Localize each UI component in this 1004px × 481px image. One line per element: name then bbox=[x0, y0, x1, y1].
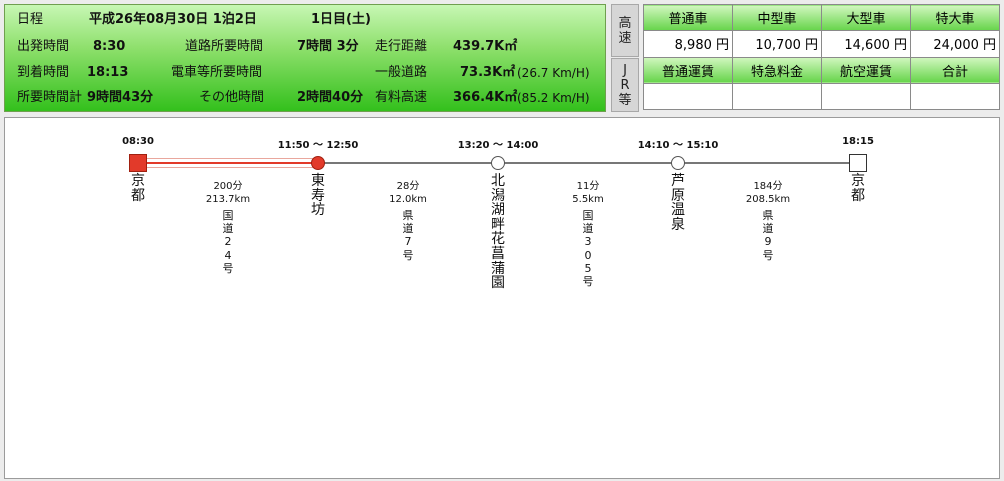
expressway-distance: 366.4K㎡ bbox=[453, 90, 518, 105]
stop-marker-circle[interactable] bbox=[671, 156, 685, 170]
distance-label: 走行距離 bbox=[375, 39, 428, 54]
total-time: 9時間43分 bbox=[87, 90, 154, 105]
depart-time: 8:30 bbox=[93, 39, 126, 54]
segment-distance: 208.5km bbox=[745, 194, 791, 205]
fare-value-air bbox=[821, 82, 911, 111]
general-road-label: 一般道路 bbox=[375, 65, 428, 80]
segment-road-name: 県道7号 bbox=[402, 209, 414, 262]
arrive-label: 到着時間 bbox=[17, 65, 70, 80]
expressway-speed: (85.2 Km/H) bbox=[517, 91, 590, 105]
fare-header-regular: 普通運賃 bbox=[643, 56, 733, 84]
schedule-day: 1日目(土) bbox=[311, 12, 371, 27]
segment-road-name: 国道24号 bbox=[222, 209, 234, 275]
fee-value-extra-large-car: 24,000 円 bbox=[910, 30, 1000, 58]
fee-value-medium-car: 10,700 円 bbox=[732, 30, 822, 58]
stop-marker-circle[interactable] bbox=[491, 156, 505, 170]
segment-duration: 184分 bbox=[753, 181, 783, 192]
fare-value-regular bbox=[643, 82, 733, 111]
stop-time: 11:50 〜 12:50 bbox=[277, 140, 359, 151]
segment-road-name: 国道305号 bbox=[582, 209, 594, 289]
segment-info: 184分 208.5km bbox=[746, 180, 790, 206]
stop-time: 14:10 〜 15:10 bbox=[637, 140, 719, 151]
route-timeline-panel: 08:30 京都 11:50 〜 12:50 東寿坊 13:20 〜 14:00 北潟湖畔… bbox=[4, 117, 1000, 479]
fare-value-row bbox=[643, 82, 1000, 111]
fare-value-total bbox=[910, 82, 1000, 111]
segment-duration: 11分 bbox=[576, 181, 600, 192]
stop-marker-circle[interactable] bbox=[311, 156, 325, 170]
stop-name[interactable]: 芦原温泉 bbox=[670, 174, 686, 232]
segment-distance: 213.7km bbox=[205, 194, 251, 205]
segment-road-name: 県道9号 bbox=[762, 209, 774, 262]
total-time-label: 所要時間計 bbox=[17, 90, 83, 105]
road-time-label: 道路所要時間 bbox=[185, 39, 264, 54]
tab-char: J bbox=[623, 62, 627, 78]
road-time: 7時間 3分 bbox=[297, 39, 359, 54]
tab-char: R bbox=[620, 77, 630, 93]
fee-value-row: 8,980 円 10,700 円 14,600 円 24,000 円 bbox=[643, 30, 1000, 58]
fee-header-regular-car: 普通車 bbox=[643, 3, 733, 32]
stop-marker-square[interactable] bbox=[849, 154, 867, 172]
train-time-label: 電車等所要時間 bbox=[171, 65, 263, 80]
segment-duration: 28分 bbox=[396, 181, 420, 192]
arrive-time: 18:13 bbox=[87, 65, 129, 80]
tab-char: 等 bbox=[618, 92, 632, 108]
expressway-label: 有料高速 bbox=[375, 90, 428, 105]
segment-info: 11分 5.5km bbox=[572, 180, 603, 206]
other-time-label: その他時間 bbox=[199, 90, 265, 105]
stop-name[interactable]: 東寿坊 bbox=[310, 174, 326, 218]
fee-header-large-car: 大型車 bbox=[821, 3, 911, 32]
fare-value-express bbox=[732, 82, 822, 111]
stop-time: 18:15 bbox=[842, 136, 874, 147]
depart-label: 出発時間 bbox=[17, 39, 70, 54]
stop-name[interactable]: 京都 bbox=[130, 174, 146, 203]
fee-table: 普通車 中型車 大型車 特大車 8,980 円 10,700 円 14,600 … bbox=[643, 3, 1000, 111]
fee-value-regular-car: 8,980 円 bbox=[643, 30, 733, 58]
stop-name[interactable]: 京都 bbox=[850, 174, 866, 203]
fare-header-row: 普通運賃 特急料金 航空運賃 合計 bbox=[643, 56, 1000, 84]
segment-info: 28分 12.0km bbox=[389, 180, 427, 206]
fee-header-medium-car: 中型車 bbox=[732, 3, 822, 32]
trip-summary-panel: 日程 平成26年08月30日 1泊2日 1日目(土) 出発時間 8:30 道路所… bbox=[4, 4, 606, 112]
distance-value: 439.7K㎡ bbox=[453, 39, 518, 54]
schedule-date: 平成26年08月30日 1泊2日 bbox=[89, 12, 257, 27]
segment-distance: 12.0km bbox=[389, 194, 427, 205]
other-time: 2時間40分 bbox=[297, 90, 364, 105]
route-line-segment bbox=[318, 162, 498, 164]
tab-highway[interactable]: 高速 bbox=[611, 4, 639, 57]
schedule-label: 日程 bbox=[17, 12, 44, 27]
tab-char: 速 bbox=[618, 30, 632, 46]
fare-header-total: 合計 bbox=[910, 56, 1000, 84]
tab-jr[interactable]: JR等 bbox=[611, 58, 639, 112]
stop-time: 08:30 bbox=[122, 136, 154, 147]
general-road-distance: 73.3K㎡ bbox=[460, 65, 516, 80]
general-road-speed: (26.7 Km/H) bbox=[517, 66, 590, 80]
fee-value-large-car: 14,600 円 bbox=[821, 30, 911, 58]
segment-distance: 5.5km bbox=[572, 194, 604, 205]
stop-name[interactable]: 北潟湖畔花菖蒲園 bbox=[490, 174, 506, 291]
fee-header-row: 普通車 中型車 大型車 特大車 bbox=[643, 3, 1000, 32]
route-line-segment bbox=[138, 162, 318, 164]
route-line-segment bbox=[498, 162, 678, 164]
segment-info: 200分 213.7km bbox=[206, 180, 250, 206]
stop-time: 13:20 〜 14:00 bbox=[457, 140, 539, 151]
route-line-segment bbox=[678, 162, 858, 164]
stop-marker-square[interactable] bbox=[129, 154, 147, 172]
segment-duration: 200分 bbox=[213, 181, 243, 192]
fee-header-extra-large-car: 特大車 bbox=[910, 3, 1000, 32]
fare-header-express: 特急料金 bbox=[732, 56, 822, 84]
tab-char: 高 bbox=[618, 15, 632, 31]
fare-header-air: 航空運賃 bbox=[821, 56, 911, 84]
